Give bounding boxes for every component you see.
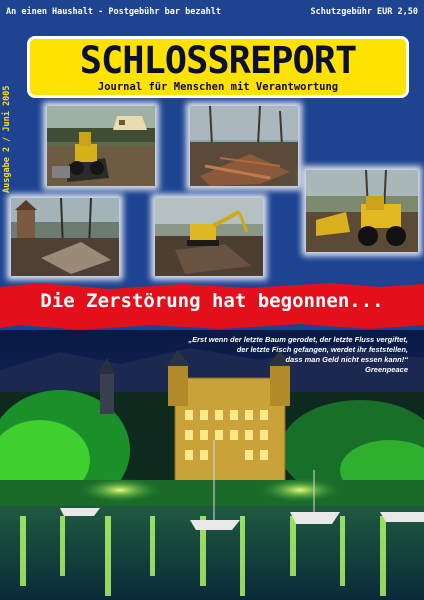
quote: „Erst wenn der letzte Baum gerodet, der … [148,335,408,375]
quote-line: der letzte Fisch gefangen, werdet ihr fe… [236,345,408,354]
title-banner: SCHLOSSREPORT Journal für Menschen mit V… [27,36,409,98]
quote-source: Greenpeace [365,365,408,374]
photo-loader [306,170,418,252]
headline: Die Zerstörung hat begonnen... [40,290,384,312]
quote-line: „Erst wenn der letzte Baum gerodet, der … [188,335,408,344]
photo-rubble [190,106,298,186]
address-line: An einen Haushalt - Postgebühr bar bezah… [6,7,221,17]
magazine-subtitle: Journal für Menschen mit Verantwortung [97,81,339,93]
top-line: An einen Haushalt - Postgebühr bar bezah… [6,7,418,19]
issue-label: Ausgabe 2 / Juni 2005 [2,85,12,193]
magazine-cover: An einen Haushalt - Postgebühr bar bezah… [0,0,424,600]
fee-line: Schutzgebühr EUR 2,50 [310,7,418,17]
photo-excavator [47,106,155,186]
photo-villa-ruin [11,198,119,276]
quote-line: dass man Geld nicht essen kann!“ [285,355,408,364]
photo-digger [155,198,263,276]
magazine-title: SCHLOSSREPORT [79,39,358,82]
